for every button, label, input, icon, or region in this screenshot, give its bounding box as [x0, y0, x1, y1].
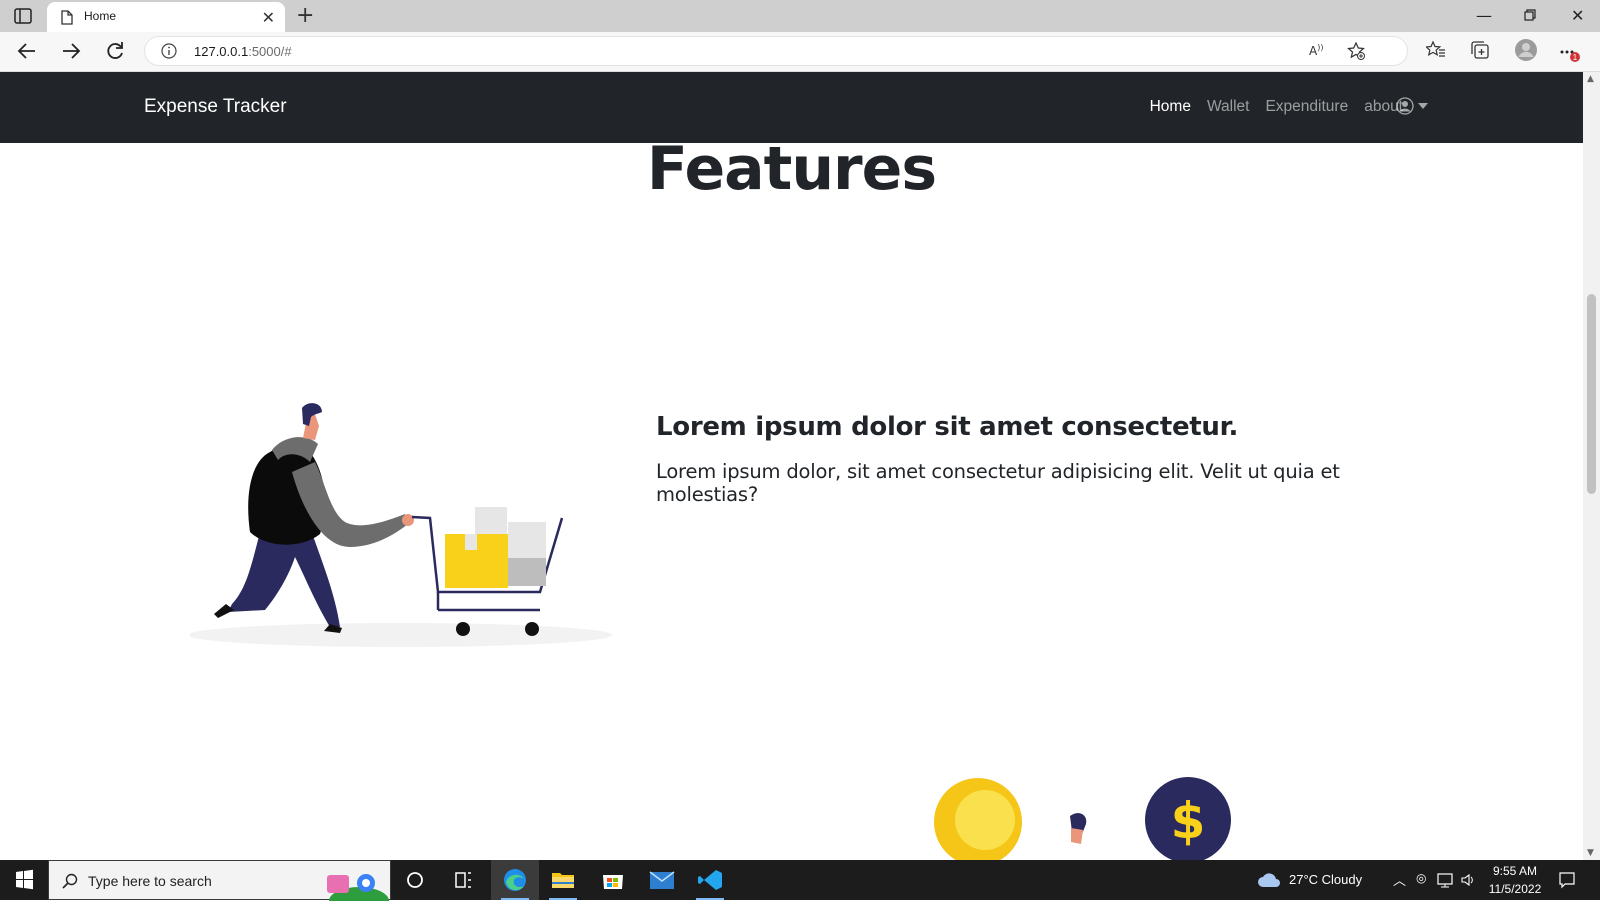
tab-actions-icon[interactable] — [14, 8, 32, 24]
edge-app-icon[interactable] — [491, 860, 539, 900]
search-icon — [62, 873, 78, 889]
clock-date[interactable]: 11/5/2022 — [1486, 882, 1544, 896]
nav-link-expenditure[interactable]: Expenditure — [1265, 98, 1348, 116]
search-highlight-icon — [327, 874, 389, 901]
search-placeholder: Type here to search — [88, 873, 212, 889]
refresh-icon[interactable] — [104, 40, 128, 64]
page-scrollbar[interactable]: ▲ ▼ — [1583, 72, 1600, 860]
profile-avatar[interactable] — [1514, 38, 1538, 62]
meet-now-icon[interactable]: ◎ — [1416, 871, 1426, 885]
task-view-icon[interactable] — [439, 860, 487, 900]
add-favorite-icon[interactable] — [1347, 41, 1365, 64]
address-bar: 127.0.0.1:5000/# A)) 1 — [0, 32, 1600, 72]
feature-description: Lorem ipsum dolor, sit amet consectetur … — [656, 460, 1340, 506]
windows-taskbar: Type here to search 27°C Cloudy ︿ ◎ 9:55… — [0, 860, 1600, 901]
scroll-thumb[interactable] — [1587, 294, 1596, 494]
vscode-icon[interactable] — [686, 860, 734, 900]
shopping-cart-illustration — [190, 403, 612, 647]
settings-more-icon[interactable]: 1 — [1558, 40, 1582, 64]
read-aloud-icon[interactable]: A)) — [1309, 43, 1323, 58]
taskbar-search[interactable]: Type here to search — [48, 860, 391, 901]
feature-block: Lorem ipsum dolor sit amet consectetur. … — [656, 412, 1416, 506]
weather-text[interactable]: 27°C Cloudy — [1289, 872, 1362, 887]
page-icon — [61, 10, 73, 29]
mail-icon[interactable] — [638, 860, 686, 900]
volume-icon[interactable] — [1460, 872, 1476, 892]
favorites-icon[interactable] — [1424, 40, 1450, 64]
browser-tab[interactable]: Home ✕ — [47, 2, 285, 32]
user-dropdown[interactable] — [1396, 97, 1428, 115]
nav-link-home[interactable]: Home — [1150, 98, 1191, 116]
chevron-down-icon — [1418, 103, 1428, 109]
minimize-icon[interactable]: — — [1476, 6, 1492, 25]
app-navbar: Expense Tracker Home Wallet Expenditure … — [0, 72, 1583, 143]
windows-start-icon[interactable] — [0, 860, 48, 900]
scroll-up-icon[interactable]: ▲ — [1587, 74, 1594, 84]
back-icon[interactable] — [16, 40, 40, 64]
collections-icon[interactable] — [1470, 40, 1494, 64]
new-tab-icon[interactable]: + — [296, 3, 314, 28]
cloudy-weather-icon[interactable] — [1256, 872, 1282, 892]
cortana-icon[interactable] — [391, 860, 439, 900]
site-info-icon[interactable] — [161, 43, 177, 63]
forward-icon[interactable] — [60, 40, 84, 64]
section-title: Features — [646, 134, 937, 204]
feature-heading: Lorem ipsum dolor sit amet consectetur. — [656, 412, 1239, 442]
browser-tabstrip: Home ✕ + — ✕ — [0, 0, 1600, 32]
svg-text:$: $ — [1171, 792, 1206, 850]
tab-title: Home — [84, 9, 117, 23]
tray-chevron-up-icon[interactable]: ︿ — [1393, 870, 1406, 889]
nav-links: Home Wallet Expenditure about — [1150, 98, 1403, 116]
clock-time[interactable]: 9:55 AM — [1486, 864, 1544, 878]
brand-link[interactable]: Expense Tracker — [144, 96, 287, 118]
network-icon[interactable] — [1437, 872, 1455, 892]
microsoft-store-icon[interactable] — [589, 860, 637, 900]
notifications-icon[interactable] — [1558, 871, 1576, 893]
svg-text:1: 1 — [1573, 53, 1578, 62]
close-window-icon[interactable]: ✕ — [1571, 6, 1584, 25]
scroll-down-icon[interactable]: ▼ — [1587, 848, 1594, 858]
restore-icon[interactable] — [1524, 6, 1536, 25]
coins-illustration: $ — [934, 777, 1231, 860]
url-field[interactable]: 127.0.0.1:5000/# A)) — [144, 36, 1408, 66]
url-text: 127.0.0.1:5000/# — [194, 44, 292, 59]
close-tab-icon[interactable]: ✕ — [262, 8, 275, 27]
nav-link-wallet[interactable]: Wallet — [1207, 98, 1250, 116]
user-circle-icon — [1396, 97, 1414, 115]
file-explorer-icon[interactable] — [539, 860, 587, 900]
page-viewport: Expense Tracker Home Wallet Expenditure … — [0, 72, 1583, 860]
